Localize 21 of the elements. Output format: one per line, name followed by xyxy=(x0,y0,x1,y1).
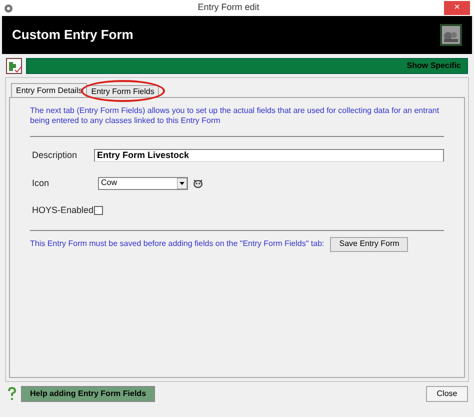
header-title: Custom Entry Form xyxy=(12,26,134,44)
window-title: Entry Form edit xyxy=(198,1,260,14)
save-note: This Entry Form must be saved before adding fields on the "Entry Form Fields" tab: xyxy=(30,238,324,250)
field-label: HOYS-Enabled xyxy=(32,204,94,217)
caret-icon xyxy=(177,178,187,189)
save-entry-form-button[interactable]: Save Entry Form xyxy=(330,236,408,252)
cow-icon xyxy=(192,177,204,190)
intro-text: The next tab (Entry Form Fields) allows you to set up the actual fields that are used for collecting data for an entrant being entered to any classes linked to this Entry Form xyxy=(30,106,440,126)
help-button[interactable]: Help adding Entry Form Fields xyxy=(21,386,156,402)
hoys-checkbox[interactable] xyxy=(94,206,103,216)
field-label: Description xyxy=(32,149,78,162)
tab[interactable]: Entry Form Fields xyxy=(87,85,160,97)
help-icon xyxy=(6,386,18,402)
field-label: Icon xyxy=(32,176,50,190)
show-specific-button[interactable]: Show Specific xyxy=(26,58,468,74)
close-button[interactable]: × xyxy=(444,1,470,15)
close-dialog-button[interactable]: Close xyxy=(426,386,468,402)
description-field[interactable]: Entry Form Livestock xyxy=(94,149,444,162)
tab[interactable]: Entry Form Details xyxy=(11,83,88,97)
puzzle-icon[interactable] xyxy=(6,58,22,74)
icon-dropdown[interactable]: Cow xyxy=(98,176,188,190)
